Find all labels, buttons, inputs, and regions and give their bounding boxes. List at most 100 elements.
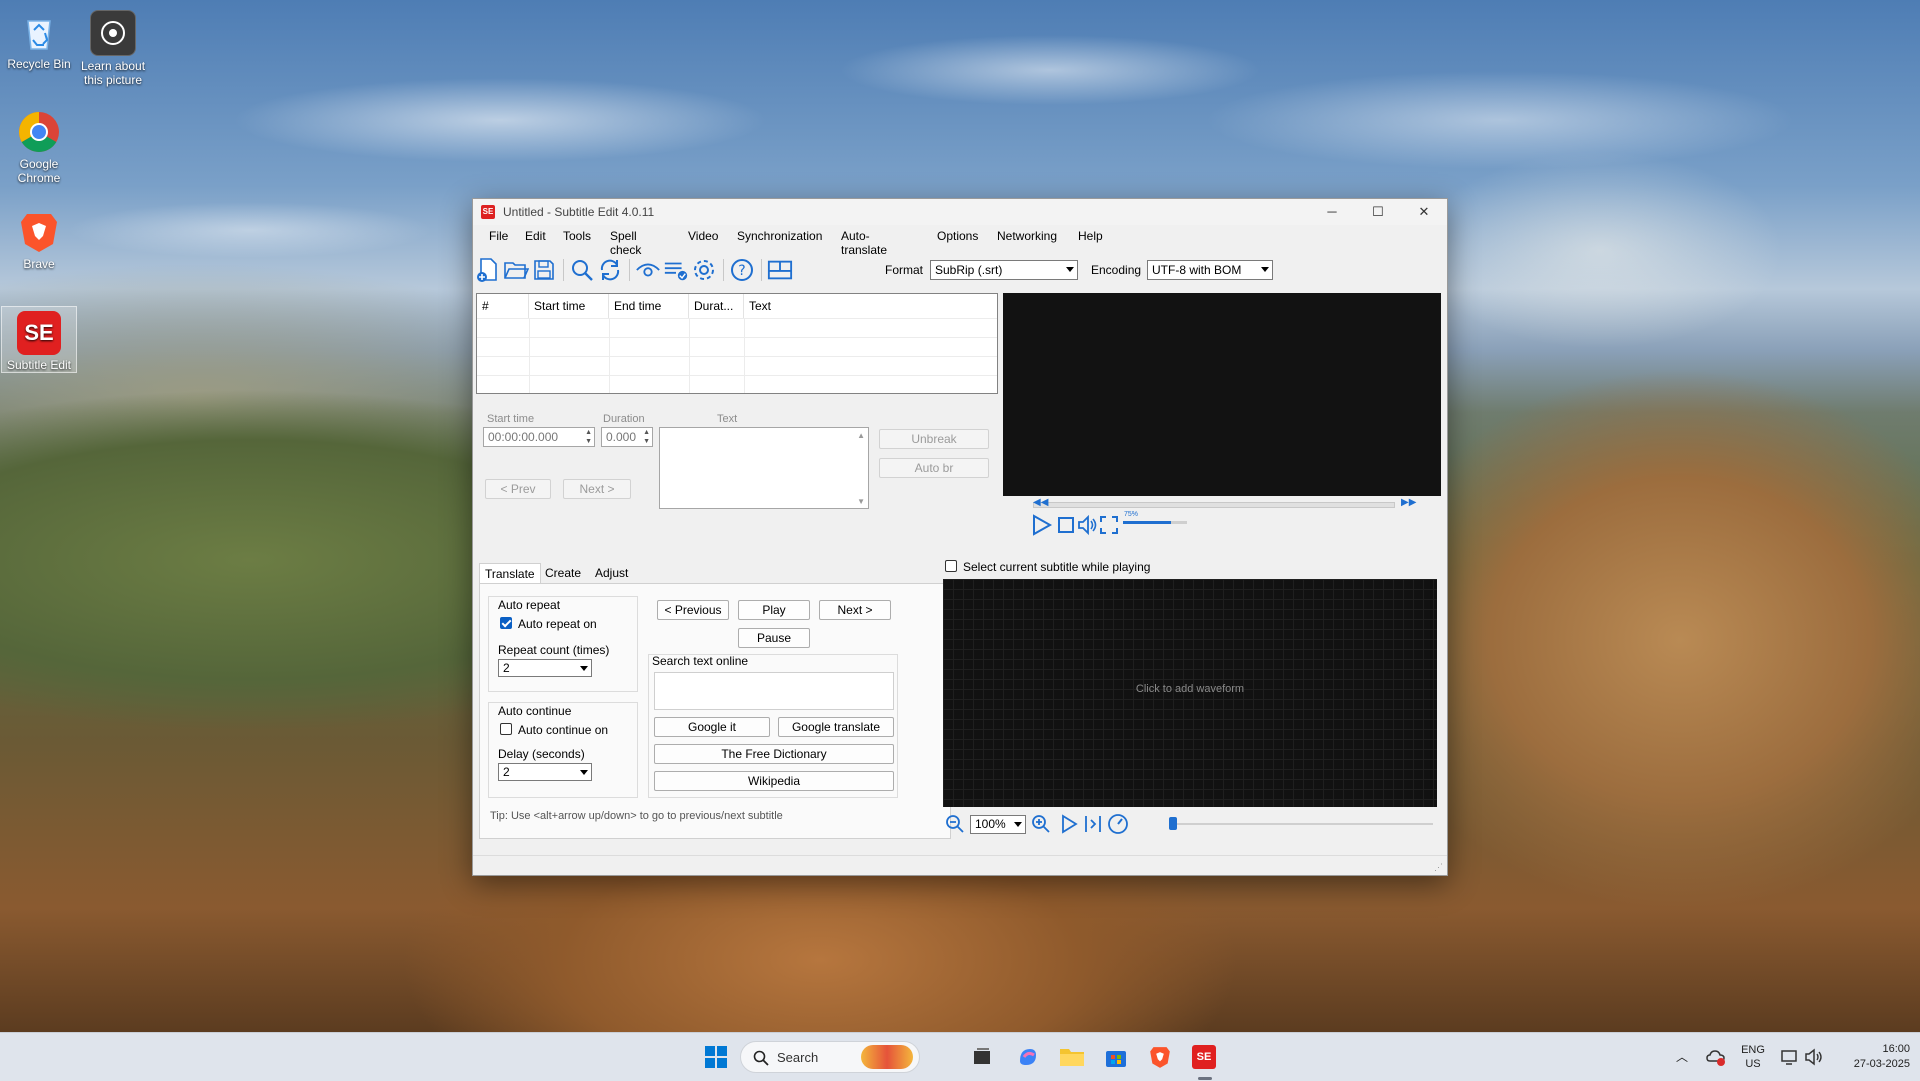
tab-translate[interactable]: Translate: [479, 563, 541, 584]
waveform-panel[interactable]: Click to add waveform: [943, 579, 1437, 807]
maximize-button[interactable]: ☐: [1355, 199, 1401, 225]
column-header-end-time[interactable]: End time: [609, 294, 689, 318]
click-to-add-waveform[interactable]: Click to add waveform: [943, 683, 1437, 695]
volume-icon[interactable]: [1804, 1047, 1824, 1067]
rewind-icon[interactable]: ◀◀: [1033, 497, 1048, 508]
playback-speed-button[interactable]: [1107, 813, 1129, 835]
menu-help[interactable]: Help: [1078, 229, 1103, 243]
next-button[interactable]: Next >: [563, 479, 631, 499]
title-bar[interactable]: SE Untitled - Subtitle Edit 4.0.11 ─ ☐ ✕: [473, 199, 1447, 225]
prev-button[interactable]: < Prev: [485, 479, 551, 499]
start-time-field[interactable]: 00:00:00.000 ▲ ▼: [483, 427, 595, 447]
new-file-button[interactable]: [475, 257, 501, 283]
layout-button[interactable]: [767, 257, 793, 283]
zoom-out-button[interactable]: [945, 814, 965, 834]
clock[interactable]: 16:00 27-03-2025: [1846, 1042, 1910, 1072]
save-button[interactable]: [531, 257, 557, 283]
menu-synchronization[interactable]: Synchronization: [737, 229, 822, 243]
copilot-button[interactable]: [1012, 1041, 1044, 1073]
volume-slider[interactable]: [1123, 521, 1187, 524]
subtitle-grid[interactable]: # Start time End time Durat... Text: [476, 293, 998, 394]
video-player[interactable]: [1003, 293, 1441, 496]
start-button[interactable]: [700, 1041, 732, 1073]
column-header-duration[interactable]: Durat...: [689, 294, 744, 318]
find-button[interactable]: [569, 257, 595, 283]
waveform-position-slider[interactable]: [1173, 823, 1433, 825]
play-subtitle-button[interactable]: Play: [738, 600, 810, 620]
open-file-button[interactable]: [503, 257, 529, 283]
menu-networking[interactable]: Networking: [997, 229, 1057, 243]
select-current-subtitle-checkbox[interactable]: [945, 560, 957, 572]
subtitle-edit-taskbar-button[interactable]: SE: [1188, 1041, 1220, 1073]
google-translate-button[interactable]: Google translate: [778, 717, 894, 737]
video-seek-bar[interactable]: [1033, 502, 1395, 508]
settings-button[interactable]: [691, 257, 717, 283]
show-hidden-icons-chevron-icon[interactable]: ︿: [1676, 1048, 1688, 1065]
microsoft-store-button[interactable]: [1100, 1041, 1132, 1073]
waveform-position-thumb[interactable]: [1169, 817, 1177, 830]
resize-grip-icon[interactable]: ⋰: [1434, 862, 1443, 873]
delay-dropdown[interactable]: 2: [498, 763, 592, 781]
stop-button[interactable]: [1057, 516, 1075, 534]
table-row[interactable]: [477, 356, 997, 376]
unbreak-button[interactable]: Unbreak: [879, 429, 989, 449]
waveform-play-button[interactable]: [1059, 814, 1079, 834]
format-dropdown[interactable]: SubRip (.srt): [930, 260, 1078, 280]
spinner-icon[interactable]: ▲ ▼: [585, 428, 592, 446]
column-header-start-time[interactable]: Start time: [529, 294, 609, 318]
encoding-dropdown[interactable]: UTF-8 with BOM: [1147, 260, 1273, 280]
wikipedia-button[interactable]: Wikipedia: [654, 771, 894, 791]
close-button[interactable]: ✕: [1401, 199, 1447, 225]
spinner-icon[interactable]: ▲ ▼: [643, 428, 650, 446]
desktop-icon-recycle-bin[interactable]: Recycle Bin: [2, 6, 76, 71]
auto-repeat-checkbox[interactable]: [500, 617, 512, 629]
menu-options[interactable]: Options: [937, 229, 978, 243]
network-icon[interactable]: [1780, 1047, 1800, 1067]
tab-create[interactable]: Create: [540, 563, 586, 583]
minimize-button[interactable]: ─: [1309, 199, 1355, 225]
menu-tools[interactable]: Tools: [563, 229, 591, 243]
spell-check-button[interactable]: [663, 257, 689, 283]
desktop-icon-subtitle-edit[interactable]: SE Subtitle Edit: [1, 306, 77, 373]
desktop-icon-learn-about-picture[interactable]: Learn about this picture: [76, 6, 150, 87]
help-button[interactable]: ?: [729, 257, 755, 283]
menu-video[interactable]: Video: [688, 229, 718, 243]
task-view-button[interactable]: [966, 1041, 998, 1073]
scroll-up-icon[interactable]: ▲: [857, 431, 865, 440]
tab-adjust[interactable]: Adjust: [590, 563, 633, 583]
scroll-down-icon[interactable]: ▼: [857, 497, 865, 506]
zoom-in-button[interactable]: [1031, 814, 1051, 834]
subtitle-text-area[interactable]: ▲ ▼: [659, 427, 869, 509]
taskbar-search-box[interactable]: Search: [740, 1041, 920, 1073]
mute-button[interactable]: [1077, 514, 1099, 536]
pause-button[interactable]: Pause: [738, 628, 810, 648]
repeat-count-dropdown[interactable]: 2: [498, 659, 592, 677]
file-explorer-button[interactable]: [1056, 1041, 1088, 1073]
language-indicator[interactable]: ENG US: [1738, 1043, 1768, 1071]
waveform-center-button[interactable]: [1083, 814, 1103, 834]
table-row[interactable]: [477, 337, 997, 357]
free-dictionary-button[interactable]: The Free Dictionary: [654, 744, 894, 764]
column-header-number[interactable]: #: [477, 294, 529, 318]
menu-file[interactable]: File: [489, 229, 508, 243]
brave-taskbar-button[interactable]: [1144, 1041, 1176, 1073]
google-it-button[interactable]: Google it: [654, 717, 770, 737]
replace-button[interactable]: [597, 257, 623, 283]
next-subtitle-button[interactable]: Next >: [819, 600, 891, 620]
table-row[interactable]: [477, 318, 997, 338]
network-status-icon[interactable]: [1706, 1047, 1726, 1067]
fullscreen-button[interactable]: [1099, 515, 1119, 535]
auto-br-button[interactable]: Auto br: [879, 458, 989, 478]
play-button[interactable]: [1029, 513, 1053, 537]
fast-forward-icon[interactable]: ▶▶: [1401, 497, 1416, 508]
desktop-icon-google-chrome[interactable]: Google Chrome: [2, 106, 76, 185]
waveform-zoom-dropdown[interactable]: 100%: [970, 815, 1026, 834]
desktop-icon-brave[interactable]: Brave: [2, 206, 76, 271]
menu-edit[interactable]: Edit: [525, 229, 546, 243]
table-row[interactable]: [477, 375, 997, 395]
duration-field[interactable]: 0.000 ▲ ▼: [601, 427, 653, 447]
auto-continue-checkbox[interactable]: [500, 723, 512, 735]
search-online-input[interactable]: [654, 672, 894, 710]
previous-button[interactable]: < Previous: [657, 600, 729, 620]
visual-sync-button[interactable]: [635, 257, 661, 283]
